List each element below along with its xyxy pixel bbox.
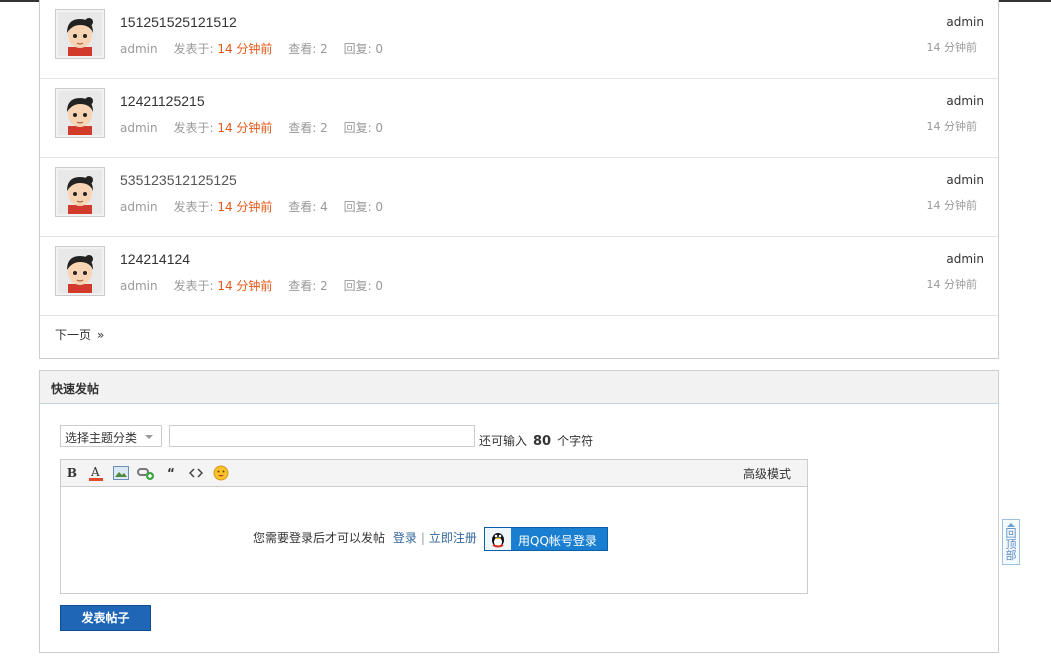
replies-count: 回复: 0 — [343, 42, 384, 56]
quick-post-header: 快速发帖 — [40, 371, 998, 404]
code-icon[interactable] — [187, 464, 205, 482]
posted-label: 发表于: — [173, 121, 214, 135]
avatar-image — [58, 12, 102, 56]
avatar[interactable] — [55, 88, 105, 138]
thread-meta: admin 发表于: 14 分钟前 查看: 4 回复: 0 — [120, 198, 395, 215]
editor-toolbar: B A “ 高级模式 — [61, 460, 807, 487]
posted-label: 发表于: — [173, 279, 214, 293]
thread-subject[interactable]: 124214124 — [120, 251, 190, 267]
char-limit-hint: 还可输入 80 个字符 — [479, 432, 593, 449]
link-separator: | — [420, 531, 425, 545]
quick-post-title: 快速发帖 — [51, 382, 100, 396]
last-post-time[interactable]: 14 分钟前 — [927, 197, 978, 213]
thread-list: 151251525121512 admin 发表于: 14 分钟前 查看: 2 … — [39, 0, 999, 359]
quote-icon[interactable]: “ — [162, 464, 180, 482]
last-post-author[interactable]: admin — [946, 15, 984, 29]
posted-label: 发表于: — [173, 42, 214, 56]
char-count: 80 — [533, 434, 552, 449]
char-hint-suffix: 个字符 — [557, 434, 594, 448]
views-count: 查看: 2 — [288, 42, 328, 56]
avatar[interactable] — [55, 9, 105, 59]
thread-author[interactable]: admin — [120, 121, 158, 135]
login-prompt: 您需要登录后才可以发帖 登录 | 立即注册 — [253, 529, 477, 546]
views-count: 查看: 2 — [288, 279, 328, 293]
avatar-image — [58, 249, 102, 293]
char-hint-prefix: 还可输入 — [479, 434, 528, 448]
posted-time: 14 分钟前 — [217, 279, 273, 293]
thread-subject[interactable]: 12421125215 — [120, 93, 205, 109]
posted-time: 14 分钟前 — [217, 42, 273, 56]
back-to-top-button[interactable]: 回顶部 — [1002, 519, 1020, 565]
smiley-icon[interactable] — [212, 464, 230, 482]
register-link[interactable]: 立即注册 — [429, 531, 477, 545]
qq-login-button[interactable]: 用QQ帐号登录 — [484, 527, 608, 551]
thread-row: 151251525121512 admin 发表于: 14 分钟前 查看: 2 … — [40, 0, 998, 79]
post-editor[interactable]: B A “ 高级模式 您需要登录后才可以发帖 登录 | 立即注册 用QQ帐号登录 — [60, 459, 808, 594]
advanced-mode-link[interactable]: 高级模式 — [743, 465, 791, 482]
replies-count: 回复: 0 — [343, 200, 384, 214]
font-color-icon[interactable]: A — [87, 464, 105, 482]
posted-time: 14 分钟前 — [217, 200, 273, 214]
thread-type-value: 选择主题分类 — [65, 431, 138, 445]
avatar-image — [58, 91, 102, 135]
thread-type-select[interactable]: 选择主题分类 — [60, 425, 162, 447]
bold-icon[interactable]: B — [63, 464, 81, 482]
last-post-time[interactable]: 14 分钟前 — [927, 39, 978, 55]
thread-row: 535123512125125 admin 发表于: 14 分钟前 查看: 4 … — [40, 158, 998, 237]
posted-time: 14 分钟前 — [217, 121, 273, 135]
back-to-top-label: 回顶部 — [1005, 527, 1017, 562]
last-post-author[interactable]: admin — [946, 173, 984, 187]
image-icon[interactable] — [112, 464, 130, 482]
qq-login-label: 用QQ帐号登录 — [518, 534, 597, 548]
thread-author[interactable]: admin — [120, 200, 158, 214]
avatar[interactable] — [55, 167, 105, 217]
thread-author[interactable]: admin — [120, 279, 158, 293]
thread-row: 124214124 admin 发表于: 14 分钟前 查看: 2 回复: 0 … — [40, 237, 998, 316]
views-count: 查看: 4 — [288, 200, 328, 214]
thread-subject[interactable]: 535123512125125 — [120, 172, 237, 188]
last-post-author[interactable]: admin — [946, 94, 984, 108]
thread-row: 12421125215 admin 发表于: 14 分钟前 查看: 2 回复: … — [40, 79, 998, 158]
login-link[interactable]: 登录 — [393, 531, 417, 545]
thread-author[interactable]: admin — [120, 42, 158, 56]
login-prompt-text: 您需要登录后才可以发帖 — [253, 531, 386, 545]
views-count: 查看: 2 — [288, 121, 328, 135]
avatar[interactable] — [55, 246, 105, 296]
quick-post-panel: 快速发帖 选择主题分类 还可输入 80 个字符 B A “ 高级模式 您需要登录… — [39, 370, 999, 653]
posted-label: 发表于: — [173, 200, 214, 214]
avatar-image — [58, 170, 102, 214]
last-post-time[interactable]: 14 分钟前 — [927, 118, 978, 134]
thread-subject[interactable]: 151251525121512 — [120, 14, 237, 30]
link-icon[interactable] — [137, 464, 155, 482]
submit-post-button[interactable]: 发表帖子 — [60, 605, 151, 631]
thread-meta: admin 发表于: 14 分钟前 查看: 2 回复: 0 — [120, 277, 395, 294]
last-post-time[interactable]: 14 分钟前 — [927, 276, 978, 292]
thread-meta: admin 发表于: 14 分钟前 查看: 2 回复: 0 — [120, 40, 395, 57]
next-page-label: 下一页 — [55, 328, 92, 342]
thread-meta: admin 发表于: 14 分钟前 查看: 2 回复: 0 — [120, 119, 395, 136]
last-post-author[interactable]: admin — [946, 252, 984, 266]
chevron-down-icon — [145, 435, 153, 439]
next-page-link[interactable]: 下一页 » — [55, 326, 104, 343]
replies-count: 回复: 0 — [343, 279, 384, 293]
replies-count: 回复: 0 — [343, 121, 384, 135]
qq-penguin-icon — [485, 528, 511, 550]
svg-text:A: A — [90, 465, 100, 479]
subject-input[interactable] — [169, 425, 475, 447]
next-arrow-icon: » — [97, 328, 105, 342]
